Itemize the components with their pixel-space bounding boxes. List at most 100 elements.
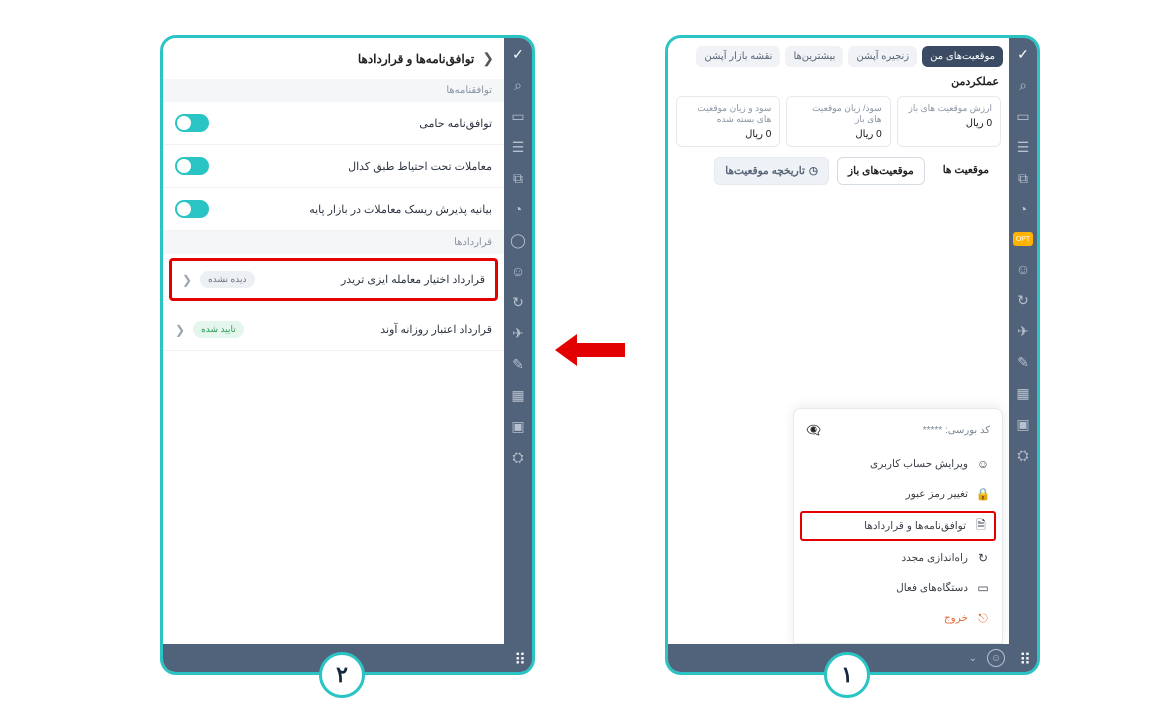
chevron-down-icon[interactable]: ⌄ bbox=[969, 653, 977, 664]
check-icon[interactable]: ✓ bbox=[1015, 46, 1031, 62]
positions-tab-list[interactable]: موقعیت ها bbox=[933, 157, 999, 185]
note-icon[interactable]: ✎ bbox=[1015, 354, 1031, 370]
menu-label: دستگاه‌های فعال bbox=[896, 582, 968, 594]
opt-badge-icon[interactable]: OPT bbox=[1013, 232, 1033, 246]
toggle-switch[interactable] bbox=[175, 114, 209, 132]
chevron-left-icon: ❮ bbox=[175, 323, 185, 337]
highlighted-menu-item: 🗎 توافق‌نامه‌ها و قراردادها bbox=[800, 511, 996, 541]
toggle-switch[interactable] bbox=[175, 157, 209, 175]
message-icon[interactable]: ☺ bbox=[1015, 261, 1031, 277]
refresh-icon: ↻ bbox=[976, 551, 990, 565]
page-title: توافق‌نامه‌ها و قراردادها bbox=[358, 52, 474, 66]
apps-grid-icon[interactable]: ⠿ bbox=[1015, 650, 1031, 666]
menu-label: راه‌اندازی مجدد bbox=[901, 552, 968, 564]
highlighted-contract-row: قرارداد اختیار معامله ایزی تریدر دیده نش… bbox=[169, 258, 498, 301]
menu-change-password[interactable]: 🔒 تغییر رمز عبور bbox=[794, 479, 1002, 509]
menu-agreements[interactable]: 🗎 توافق‌نامه‌ها و قراردادها bbox=[808, 519, 988, 533]
row-label: قرارداد اختیار معامله ایزی تریدر bbox=[341, 273, 485, 286]
logout-icon: ⎋ bbox=[976, 611, 990, 625]
wallet-icon[interactable]: ▭ bbox=[510, 108, 526, 124]
tab-most[interactable]: بیشترین‌ها bbox=[785, 46, 843, 67]
stat-label: سود و زیان موقعیت های بسته شده bbox=[685, 103, 771, 125]
settings-icon[interactable]: ⛭ bbox=[510, 449, 526, 465]
section-agreements: توافقنامه‌ها bbox=[163, 79, 504, 102]
search-icon[interactable]: ⌕ bbox=[1015, 77, 1031, 93]
menu-active-devices[interactable]: ▭ دستگاه‌های فعال bbox=[794, 573, 1002, 603]
right-sidebar: ✓ ⌕ ▭ ☰ ⧉ ◔ ◯ ☺ ↻ ✈ ✎ ▦ ▣ ⛭ bbox=[504, 38, 532, 672]
bell-icon[interactable]: ◔ bbox=[510, 201, 526, 217]
search-icon[interactable]: ⌕ bbox=[510, 77, 526, 93]
status-badge-unseen: دیده نشده bbox=[200, 271, 254, 288]
menu-label: تغییر رمز عبور bbox=[906, 488, 968, 500]
note-icon[interactable]: ✎ bbox=[510, 356, 526, 372]
row-label: توافق‌نامه حامی bbox=[419, 117, 492, 130]
agreement-risk-row[interactable]: بیانیه پذیرش ریسک معاملات در بازار پایه bbox=[163, 188, 504, 231]
stat-label: سود/ زیان موقعیت های باز bbox=[795, 103, 881, 125]
menu-label: خروج bbox=[944, 612, 968, 624]
back-chevron-icon[interactable]: ❮ bbox=[482, 50, 494, 67]
stat-value: 0 ریال bbox=[906, 118, 992, 129]
tab-market-map[interactable]: نقشه بازار آپشن bbox=[696, 46, 780, 67]
positions-tab-history[interactable]: ◷ تاریخچه موقعیت‌ها bbox=[714, 157, 829, 185]
user-avatar-icon[interactable]: ☺ bbox=[987, 649, 1005, 667]
apps-grid-icon[interactable]: ⠿ bbox=[510, 650, 526, 666]
contract-easytrader-row[interactable]: قرارداد اختیار معامله ایزی تریدر دیده نش… bbox=[172, 261, 495, 298]
bourse-code-label: کد بورسی: ***** bbox=[923, 425, 990, 436]
eye-off-icon[interactable]: 👁️‍🗨️ bbox=[806, 423, 821, 437]
contract-avand-row[interactable]: قرارداد اعتبار روزانه آوند تایید شده ❮ bbox=[163, 309, 504, 351]
stat-open-pl: سود/ زیان موقعیت های باز 0 ریال bbox=[786, 96, 890, 147]
tab-option-chain[interactable]: زنجیره آپشن bbox=[848, 46, 917, 67]
message-icon[interactable]: ☺ bbox=[510, 263, 526, 279]
toggle-switch[interactable] bbox=[175, 200, 209, 218]
step-arrow bbox=[555, 330, 625, 370]
stat-closed-pl: سود و زیان موقعیت های بسته شده 0 ریال bbox=[676, 96, 780, 147]
screenshot-step-1: ✓ ⌕ ▭ ☰ ⧉ ◔ OPT ☺ ↻ ✈ ✎ ▦ ▣ ⛭ موقعیت‌های… bbox=[665, 35, 1040, 675]
clipboard-icon[interactable]: ☰ bbox=[1015, 139, 1031, 155]
history-icon[interactable]: ↻ bbox=[1015, 292, 1031, 308]
grid-icon[interactable]: ▦ bbox=[510, 387, 526, 403]
page-header: ❮ توافق‌نامه‌ها و قراردادها bbox=[163, 38, 504, 79]
tab-my-positions[interactable]: موقعیت‌های من bbox=[922, 46, 1003, 67]
send-icon[interactable]: ✈ bbox=[510, 325, 526, 341]
opt-icon[interactable]: ◯ bbox=[510, 232, 526, 248]
menu-label: توافق‌نامه‌ها و قراردادها bbox=[864, 520, 966, 532]
profile-menu: کد بورسی: ***** 👁️‍🗨️ ☺ ویرایش حساب کارب… bbox=[793, 408, 1003, 644]
row-label: بیانیه پذیرش ریسک معاملات در بازار پایه bbox=[309, 203, 492, 216]
box-icon[interactable]: ▣ bbox=[510, 418, 526, 434]
settings-icon[interactable]: ⛭ bbox=[1015, 447, 1031, 463]
menu-edit-account[interactable]: ☺ ویرایش حساب کاربری bbox=[794, 449, 1002, 479]
agreement-codal-row[interactable]: معاملات تحت احتیاط طبق کدال bbox=[163, 145, 504, 188]
menu-logout[interactable]: ⎋ خروج bbox=[794, 603, 1002, 633]
app-content: ❮ توافق‌نامه‌ها و قراردادها توافقنامه‌ها… bbox=[163, 38, 504, 644]
chart-icon[interactable]: ⧉ bbox=[510, 170, 526, 186]
profile-header: کد بورسی: ***** 👁️‍🗨️ bbox=[794, 419, 1002, 449]
positions-tabs: موقعیت ها موقعیت‌های باز ◷ تاریخچه موقعی… bbox=[668, 157, 1009, 193]
grid-icon[interactable]: ▦ bbox=[1015, 385, 1031, 401]
check-icon[interactable]: ✓ bbox=[510, 46, 526, 62]
menu-restart[interactable]: ↻ راه‌اندازی مجدد bbox=[794, 543, 1002, 573]
clock-icon: ◷ bbox=[809, 165, 818, 177]
positions-tab-open[interactable]: موقعیت‌های باز bbox=[837, 157, 925, 185]
wallet-icon[interactable]: ▭ bbox=[1015, 108, 1031, 124]
top-tabs: موقعیت‌های من زنجیره آپشن بیشترین‌ها نقش… bbox=[668, 38, 1009, 71]
step-badge-2: ۲ bbox=[319, 652, 365, 698]
history-icon[interactable]: ↻ bbox=[510, 294, 526, 310]
stats-row: ارزش موقعیت های باز 0 ریال سود/ زیان موق… bbox=[668, 96, 1009, 157]
document-icon: 🗎 bbox=[974, 519, 988, 533]
user-icon: ☺ bbox=[976, 457, 990, 471]
stat-open-value: ارزش موقعیت های باز 0 ریال bbox=[897, 96, 1001, 147]
lock-icon: 🔒 bbox=[976, 487, 990, 501]
row-label: قرارداد اعتبار روزانه آوند bbox=[380, 323, 492, 336]
right-sidebar: ✓ ⌕ ▭ ☰ ⧉ ◔ OPT ☺ ↻ ✈ ✎ ▦ ▣ ⛭ bbox=[1009, 38, 1037, 672]
row-label: معاملات تحت احتیاط طبق کدال bbox=[348, 160, 492, 173]
tab-label: تاریخچه موقعیت‌ها bbox=[725, 165, 805, 177]
performance-title: عملکردمن bbox=[668, 71, 1009, 96]
send-icon[interactable]: ✈ bbox=[1015, 323, 1031, 339]
stat-value: 0 ریال bbox=[795, 129, 881, 140]
agreement-sponsor-row[interactable]: توافق‌نامه حامی bbox=[163, 102, 504, 145]
screenshot-step-2: ✓ ⌕ ▭ ☰ ⧉ ◔ ◯ ☺ ↻ ✈ ✎ ▦ ▣ ⛭ ❮ توافق‌نامه… bbox=[160, 35, 535, 675]
clipboard-icon[interactable]: ☰ bbox=[510, 139, 526, 155]
chart-icon[interactable]: ⧉ bbox=[1015, 170, 1031, 186]
box-icon[interactable]: ▣ bbox=[1015, 416, 1031, 432]
bell-icon[interactable]: ◔ bbox=[1015, 201, 1031, 217]
